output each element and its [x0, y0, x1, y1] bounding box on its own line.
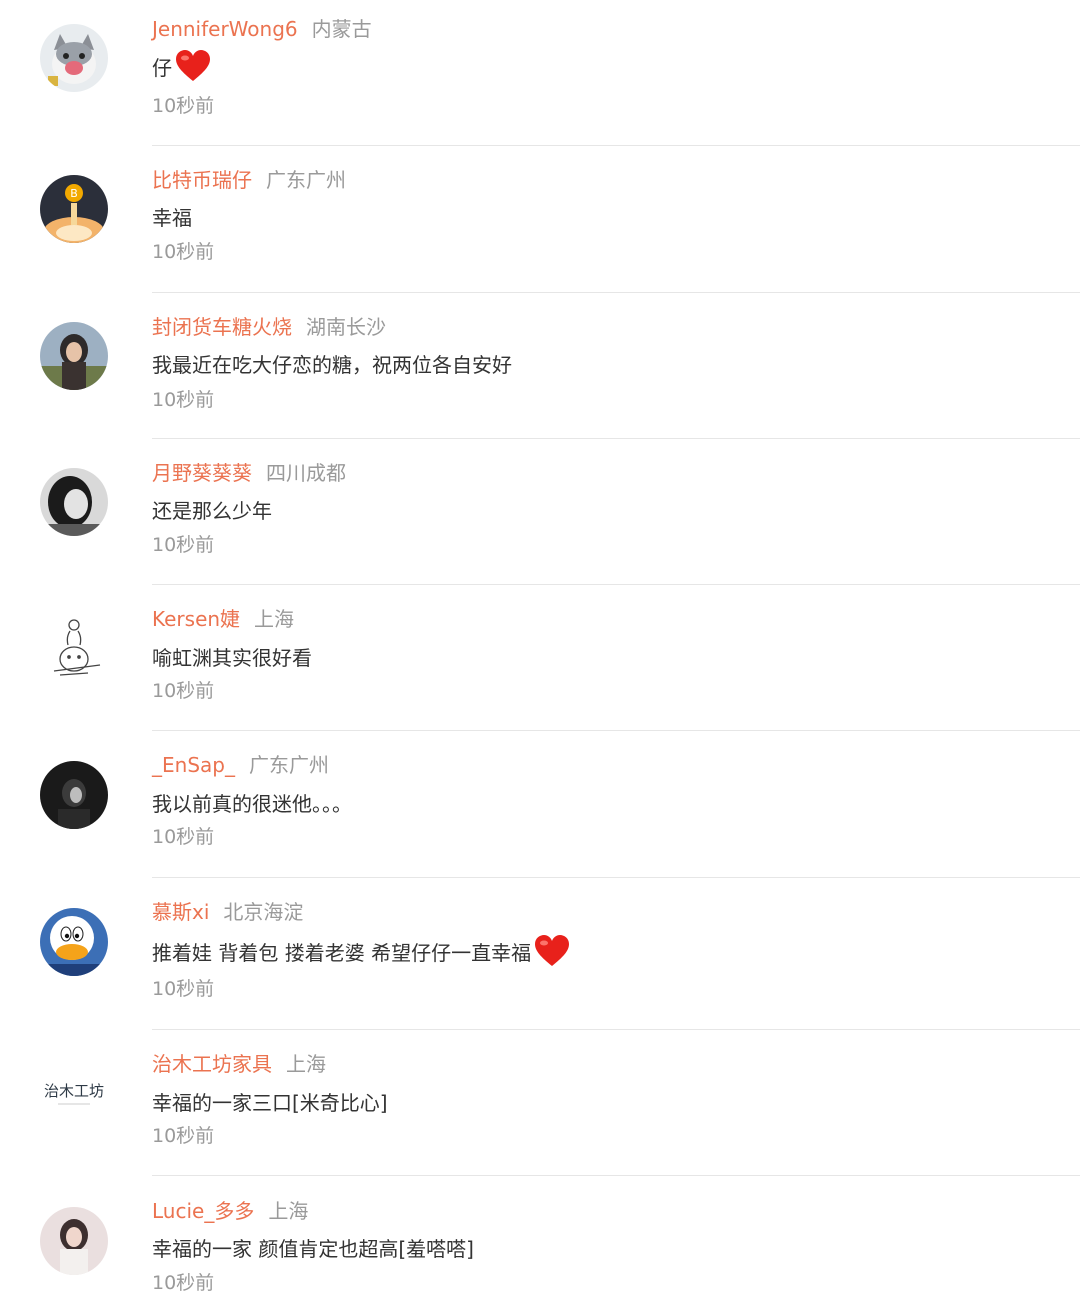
divider	[152, 1029, 1080, 1030]
location-label: 四川成都	[266, 461, 346, 485]
comment-body: 还是那么少年	[152, 498, 272, 523]
heart-emoji-icon	[533, 933, 571, 969]
comment-text: 我以前真的很迷他。。。	[152, 784, 352, 820]
comment-text: 仔	[152, 48, 212, 84]
comment-body: 推着娃 背着包 搂着老婆 希望仔仔一直幸福	[152, 940, 532, 965]
avatar[interactable]	[40, 322, 108, 390]
comment-header: 治木工坊家具 上海	[152, 1051, 326, 1077]
comment-header: Kersen婕 上海	[152, 606, 294, 632]
location-label: 湖南长沙	[306, 315, 386, 339]
comment-header: _EnSap_ 广东广州	[152, 752, 329, 778]
timestamp: 10秒前	[152, 826, 215, 848]
username-link[interactable]: Lucie_多多	[152, 1199, 254, 1223]
donald-duck-avatar-icon	[40, 908, 108, 976]
avatar[interactable]: 治木工坊	[40, 1056, 108, 1124]
comment-header: JenniferWong6 内蒙古	[152, 16, 372, 42]
username-link[interactable]: _EnSap_	[152, 753, 235, 777]
avatar[interactable]	[40, 615, 108, 683]
comment-body: 幸福的一家三口[米奇比心]	[152, 1090, 388, 1115]
comment-text: 幸福的一家三口[米奇比心]	[152, 1083, 388, 1119]
username-link[interactable]: Kersen婕	[152, 607, 240, 631]
divider	[152, 584, 1080, 585]
timestamp: 10秒前	[152, 95, 215, 117]
cat-avatar-icon	[40, 24, 108, 92]
timestamp: 10秒前	[152, 1272, 215, 1294]
location-label: 上海	[254, 607, 295, 631]
location-label: 广东广州	[266, 168, 346, 192]
comment-body: 喻虹渊其实很好看	[152, 645, 312, 670]
username-link[interactable]: 比特币瑞仔	[152, 168, 252, 192]
divider	[152, 730, 1080, 731]
comment-text: 幸福	[152, 198, 192, 234]
comment-text: 喻虹渊其实很好看	[152, 638, 312, 674]
avatar[interactable]	[40, 908, 108, 976]
username-link[interactable]: 月野葵葵葵	[152, 461, 252, 485]
comment-header: 月野葵葵葵 四川成都	[152, 460, 346, 486]
avatar[interactable]	[40, 1207, 108, 1275]
avatar[interactable]	[40, 24, 108, 92]
location-label: 北京海淀	[223, 900, 304, 924]
divider	[152, 145, 1080, 146]
comment-body: 幸福的一家 颜值肯定也超高[羞嗒嗒]	[152, 1236, 474, 1261]
username-link[interactable]: 慕斯xi	[152, 900, 209, 924]
timestamp: 10秒前	[152, 978, 215, 1000]
heart-emoji-icon	[174, 48, 212, 84]
location-label: 上海	[286, 1052, 326, 1076]
location-label: 内蒙古	[311, 17, 372, 41]
timestamp: 10秒前	[152, 1125, 215, 1147]
location-label: 广东广州	[248, 753, 329, 777]
username-link[interactable]: 封闭货车糖火烧	[152, 315, 292, 339]
girl-portrait-avatar-icon	[40, 322, 108, 390]
avatar[interactable]: B	[40, 175, 108, 243]
bitcoin-rocket-avatar-icon: B	[40, 175, 108, 243]
girl-pink-avatar-icon	[40, 1207, 108, 1275]
divider	[152, 292, 1080, 293]
timestamp: 10秒前	[152, 241, 215, 263]
dark-portrait-avatar-icon	[40, 761, 108, 829]
comment-text: 推着娃 背着包 搂着老婆 希望仔仔一直幸福	[152, 933, 571, 969]
comment-header: 封闭货车糖火烧 湖南长沙	[152, 314, 386, 340]
divider	[152, 1175, 1080, 1176]
comment-text: 还是那么少年	[152, 491, 272, 527]
divider	[152, 877, 1080, 878]
location-label: 上海	[268, 1199, 309, 1223]
timestamp: 10秒前	[152, 680, 215, 702]
svg-text:B: B	[70, 187, 78, 200]
comment-header: 慕斯xi 北京海淀	[152, 899, 303, 925]
comment-body: 我最近在吃大仔恋的糖，祝两位各自安好	[152, 352, 512, 377]
comment-text: 幸福的一家 颜值肯定也超高[羞嗒嗒]	[152, 1229, 474, 1265]
comment-body: 仔	[152, 55, 172, 80]
avatar[interactable]	[40, 761, 108, 829]
bw-portrait-avatar-icon	[40, 468, 108, 536]
comment-text: 我最近在吃大仔恋的糖，祝两位各自安好	[152, 345, 512, 381]
timestamp: 10秒前	[152, 534, 215, 556]
comment-body: 幸福	[152, 205, 192, 230]
zhimu-logo-avatar-icon: 治木工坊	[40, 1056, 108, 1124]
comment-body: 我以前真的很迷他。。。	[152, 791, 352, 816]
comment-header: Lucie_多多 上海	[152, 1198, 308, 1224]
timestamp: 10秒前	[152, 389, 215, 411]
avatar[interactable]	[40, 468, 108, 536]
divider	[152, 438, 1080, 439]
sketch-bunny-avatar-icon	[40, 615, 108, 683]
username-link[interactable]: 治木工坊家具	[152, 1052, 272, 1076]
comment-header: 比特币瑞仔 广东广州	[152, 167, 346, 193]
username-link[interactable]: JenniferWong6	[152, 17, 298, 41]
